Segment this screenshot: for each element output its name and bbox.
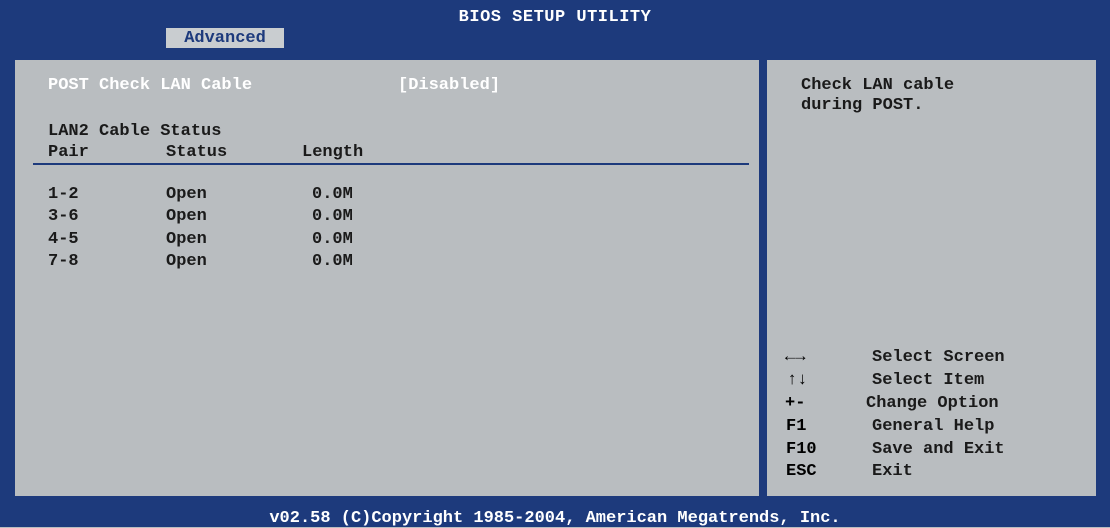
app-title: BIOS SETUP UTILITY	[458, 8, 652, 27]
row-pair: 4-5	[48, 230, 79, 249]
row-status: Open	[166, 185, 207, 204]
copyright-text: v02.58 (C)Copyright 1985-2004, American …	[269, 509, 841, 528]
key-f1: F1	[786, 417, 807, 436]
row-length: 0.0M	[312, 230, 353, 249]
tab-advanced[interactable]: Advanced	[166, 28, 284, 48]
column-header-pair: Pair	[48, 143, 89, 162]
help-description-line1: Check LAN cable	[801, 76, 955, 95]
key-esc: ESC	[786, 462, 817, 481]
row-length: 0.0M	[312, 207, 353, 226]
row-length: 0.0M	[312, 185, 353, 204]
column-header-length: Length	[302, 143, 364, 162]
help-description-line2: during POST.	[801, 96, 924, 115]
row-status: Open	[166, 207, 207, 226]
key-plus-minus: +-	[785, 394, 806, 413]
left-right-arrows-icon: ←→	[785, 348, 806, 367]
table-divider	[33, 163, 749, 165]
row-pair: 7-8	[48, 252, 79, 271]
post-check-lan-value[interactable]: [Disabled]	[398, 76, 500, 95]
help-general-help: General Help	[872, 417, 995, 436]
help-select-screen: Select Screen	[872, 348, 1005, 367]
column-header-status: Status	[166, 143, 228, 162]
help-save-exit: Save and Exit	[872, 440, 1005, 459]
section-title: LAN2 Cable Status	[48, 122, 222, 141]
row-status: Open	[166, 252, 207, 271]
row-length: 0.0M	[312, 252, 353, 271]
help-select-item: Select Item	[872, 371, 985, 390]
up-down-arrows-icon: ↑↓	[787, 371, 808, 390]
post-check-lan-label[interactable]: POST Check LAN Cable	[48, 76, 252, 95]
help-exit: Exit	[872, 462, 913, 481]
row-pair: 3-6	[48, 207, 79, 226]
help-change-option: Change Option	[866, 394, 999, 413]
key-f10: F10	[786, 440, 817, 459]
row-pair: 1-2	[48, 185, 79, 204]
row-status: Open	[166, 230, 207, 249]
